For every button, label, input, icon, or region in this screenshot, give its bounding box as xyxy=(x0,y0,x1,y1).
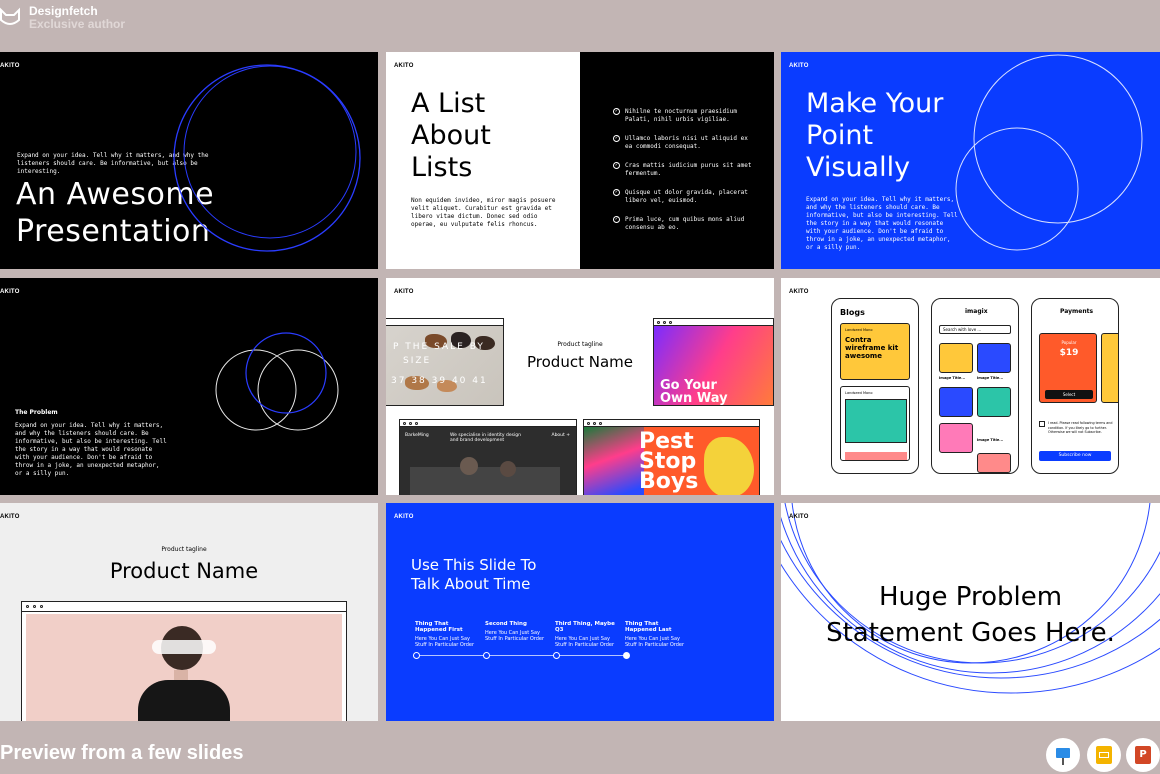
slide-problem-statement[interactable]: AKITO Huge Problem Statement Goes Here. xyxy=(781,503,1160,721)
blog-card: Landseed Mono xyxy=(840,386,910,461)
blog-card: Landseed Mono Contra wireframe kit aweso… xyxy=(840,323,910,380)
gradient-art: Go Your Own Way xyxy=(654,326,773,405)
fox-logo-icon xyxy=(0,7,20,25)
slide-paragraph: Non equidem invideo, miror magis posuere… xyxy=(411,197,556,228)
image-card xyxy=(977,343,1011,373)
author-header: Designfetch Exclusive author xyxy=(0,0,400,40)
subscribe-button[interactable]: Subscribe now xyxy=(1039,451,1111,461)
slide-brand-label: AKITO xyxy=(394,289,414,295)
author-name[interactable]: Designfetch xyxy=(29,4,98,18)
slide-timeline[interactable]: AKITO Use This Slide To Talk About Time … xyxy=(386,503,774,721)
google-slides-icon xyxy=(1096,746,1112,764)
phone-payments: Payments Popular $19 Select I read. Plea… xyxy=(1031,298,1119,474)
google-slides-format-badge[interactable] xyxy=(1087,738,1121,772)
timeline-dot xyxy=(413,652,420,659)
slide-title: The Problem xyxy=(15,409,58,416)
check-icon: ✓ xyxy=(613,216,620,223)
slide-brand-label: AKITO xyxy=(0,63,20,69)
list-item: ✓ Ullamco laboris nisi ut aliquid ex ea c… xyxy=(613,135,748,150)
checklist: ✓ Nihilne te nocturnum praesidium Palati,… xyxy=(613,108,758,243)
timeline-line xyxy=(416,655,626,656)
slide-brand-label: AKITO xyxy=(394,514,414,520)
venn-circles-decoration xyxy=(215,332,339,431)
powerpoint-format-badge[interactable]: P xyxy=(1126,738,1160,772)
browser-window xyxy=(21,601,347,721)
timeline-milestone: Thing That Happened First Here You Can Ju… xyxy=(415,621,475,648)
slide-brand-label: AKITO xyxy=(394,63,414,69)
search-input[interactable]: Search with love ... xyxy=(939,325,1011,334)
check-icon: ✓ xyxy=(613,162,620,169)
image-card xyxy=(939,343,973,373)
slide-title: Use This Slide To Talk About Time xyxy=(411,556,537,593)
author-subtitle: Exclusive author xyxy=(29,17,126,31)
slide-product-collage[interactable]: AKITO Product tagline Product Name P THE… xyxy=(386,278,774,495)
list-item: ✓ Nihilne te nocturnum praesidium Palati,… xyxy=(613,108,737,123)
phone-imagix: imagix Search with love ... Image Title.… xyxy=(931,298,1019,474)
timeline-dot-active xyxy=(623,652,630,659)
select-button[interactable]: Select xyxy=(1045,390,1093,399)
slide-make-your-point[interactable]: AKITO Make Your Point Visually Expand on… xyxy=(781,52,1160,269)
product-name: Product Name xyxy=(109,559,259,583)
office-website-window: BarkeMing We specialise in identity desi… xyxy=(399,419,577,495)
slide-awesome-presentation[interactable]: AKITO Expand on your idea. Tell why it m… xyxy=(0,52,378,269)
check-icon: ✓ xyxy=(613,108,620,115)
timeline-dot xyxy=(553,652,560,659)
slide-paragraph: Expand on your idea. Tell why it matters… xyxy=(15,422,167,477)
poster-window: Pest Stop Boys xyxy=(583,419,760,495)
check-icon: ✓ xyxy=(613,189,620,196)
powerpoint-icon: P xyxy=(1135,746,1151,764)
slide-brand-label: AKITO xyxy=(789,514,809,520)
slide-mobile-screens[interactable]: AKITO Blogs Landseed Mono Contra wirefra… xyxy=(781,278,1160,495)
shoes-image: P THE SALE BY SIZE 37 38 39 40 41 xyxy=(386,326,503,405)
image-card xyxy=(939,387,973,417)
slide-brand-label: AKITO xyxy=(789,289,809,295)
timeline-milestone: Third Thing, Maybe Q3 Here You Can Just S… xyxy=(555,621,615,648)
timeline-dot xyxy=(483,652,490,659)
image-card xyxy=(977,453,1011,473)
list-item: ✓ Cras mattis iudicium purus sit amet fer… xyxy=(613,162,752,177)
pricing-card xyxy=(1101,333,1118,403)
terms-text: I read. Please read following terms and … xyxy=(1048,421,1113,434)
slide-title: Huge Problem Statement Goes Here. xyxy=(826,582,1115,648)
timeline-milestone: Thing That Happened Last Here You Can Jus… xyxy=(625,621,685,648)
colorful-poster: Pest Stop Boys xyxy=(584,427,759,495)
slide-title: Make Your Point Visually xyxy=(806,88,944,183)
check-icon: ✓ xyxy=(613,135,620,142)
terms-checkbox[interactable] xyxy=(1039,421,1045,427)
slide-product-name[interactable]: AKITO Product tagline Product Name xyxy=(0,503,378,721)
shoe-store-window: P THE SALE BY SIZE 37 38 39 40 41 xyxy=(386,318,504,406)
slide-paragraph: Expand on your idea. Tell why it matters… xyxy=(806,196,958,251)
slide-title: A List About Lists xyxy=(411,88,491,183)
list-panel: ✓ Nihilne te nocturnum praesidium Palati,… xyxy=(580,52,774,269)
gradient-window: Go Your Own Way xyxy=(653,318,774,406)
keynote-icon xyxy=(1056,748,1070,758)
image-card xyxy=(939,423,973,453)
circles-decoration xyxy=(955,54,1143,251)
office-photo: BarkeMing We specialise in identity desi… xyxy=(400,427,576,495)
timeline-milestone: Second Thing Here You Can Just Say Stuff … xyxy=(485,621,545,642)
list-item: ✓ Prima luce, cum quibus mons aliud conse… xyxy=(613,216,745,231)
pricing-card: Popular $19 Select xyxy=(1039,333,1097,403)
slide-the-problem[interactable]: AKITO The Problem Expand on your idea. T… xyxy=(0,278,378,495)
preview-caption: Preview from a few slides xyxy=(0,742,244,764)
slide-brand-label: AKITO xyxy=(0,514,20,520)
slide-brand-label: AKITO xyxy=(0,289,20,295)
list-item: ✓ Quisque ut dolor gravida, placerat libe… xyxy=(613,189,748,204)
slide-brand-label: AKITO xyxy=(789,63,809,69)
slide-list-about-lists[interactable]: AKITO A List About Lists Non equidem inv… xyxy=(386,52,774,269)
product-tagline: Product tagline xyxy=(161,546,207,553)
circles-decoration xyxy=(173,64,361,252)
fashion-photo xyxy=(26,614,342,721)
phone-blogs: Blogs Landseed Mono Contra wireframe kit… xyxy=(831,298,919,474)
image-card xyxy=(977,387,1011,417)
keynote-format-badge[interactable] xyxy=(1046,738,1080,772)
